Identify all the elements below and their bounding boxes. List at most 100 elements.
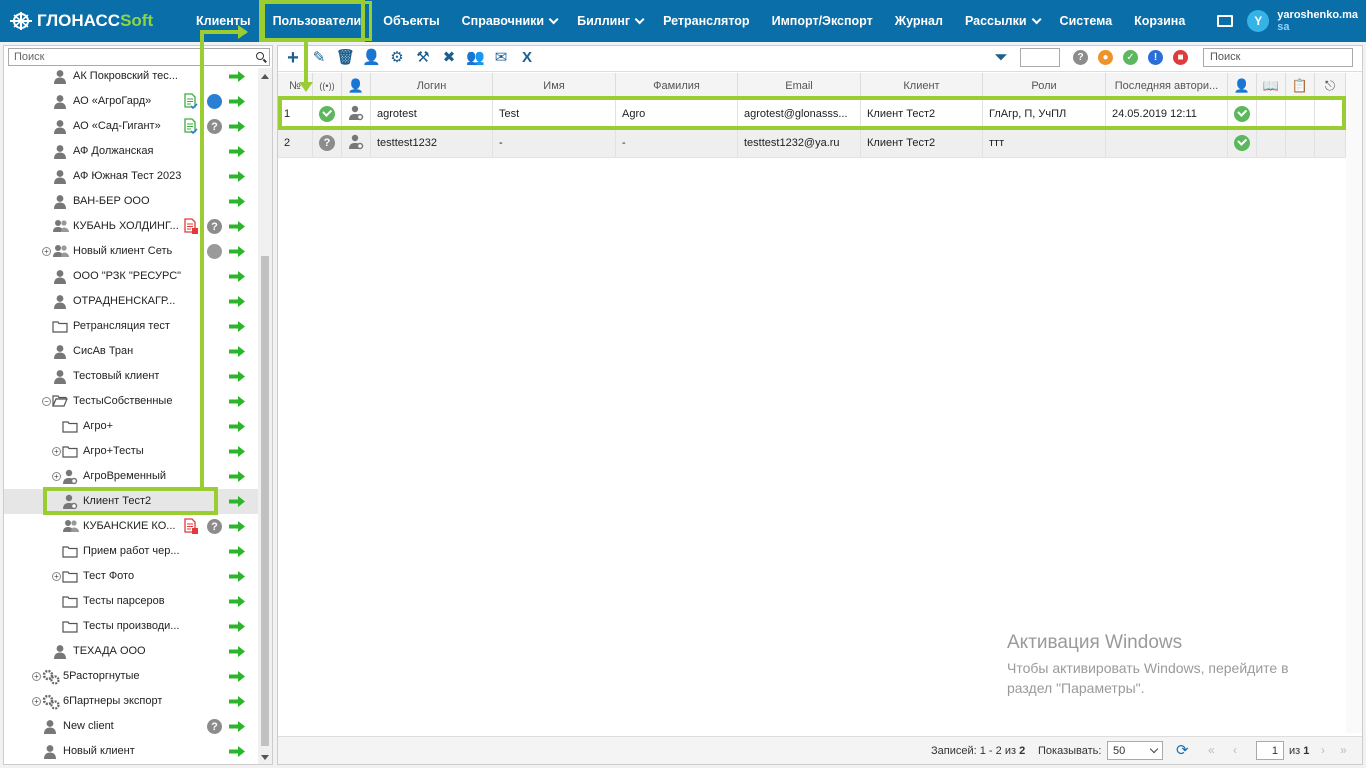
col-client-header[interactable]: Клиент xyxy=(861,73,983,99)
tree-item[interactable]: АФ Южная Тест 2023 xyxy=(4,164,258,189)
nav-item-10[interactable]: Корзина xyxy=(1123,0,1196,42)
tree-search-input[interactable]: Поиск xyxy=(8,48,270,66)
go-to-arrow-icon[interactable] xyxy=(229,71,245,82)
go-to-arrow-icon[interactable] xyxy=(229,571,245,582)
expand-icon[interactable]: + xyxy=(42,247,51,256)
go-to-arrow-icon[interactable] xyxy=(229,196,245,207)
tree-item[interactable]: Тесты производи... xyxy=(4,614,258,639)
collapse-icon[interactable]: − xyxy=(42,397,51,406)
page-size-select[interactable]: 50 xyxy=(1107,741,1163,760)
document-ok-icon[interactable] xyxy=(184,93,198,110)
tree-item[interactable]: АК Покровский тес... xyxy=(4,68,258,89)
tree-item[interactable]: АФ Должанская xyxy=(4,139,258,164)
nav-item-7[interactable]: Журнал xyxy=(884,0,954,42)
tree-item[interactable]: Тесты парсеров xyxy=(4,589,258,614)
warning-status-icon[interactable]: ! xyxy=(1148,50,1163,65)
scroll-down-icon[interactable] xyxy=(261,755,269,760)
tree-item[interactable]: +6Партнеры экспорт xyxy=(4,689,258,714)
scroll-up-icon[interactable] xyxy=(261,74,269,79)
first-page-icon[interactable]: « xyxy=(1208,743,1215,757)
col-user-type-header[interactable]: 👤 xyxy=(342,73,371,99)
tree-item[interactable]: СисАв Тран xyxy=(4,339,258,364)
search-icon[interactable] xyxy=(256,52,264,60)
filter-icon[interactable]: ⏷ xyxy=(988,49,1014,67)
lock-icon[interactable] xyxy=(207,244,222,259)
go-to-arrow-icon[interactable] xyxy=(229,621,245,632)
tree-item[interactable]: − ТестыСобственные xyxy=(4,389,258,414)
col-login-header[interactable]: Логин xyxy=(371,73,493,99)
tree-item[interactable]: АО «Сад-Гигант»? xyxy=(4,114,258,139)
expand-icon[interactable]: + xyxy=(32,697,41,706)
go-to-arrow-icon[interactable] xyxy=(229,96,245,107)
tree-item[interactable]: Тестовый клиент xyxy=(4,364,258,389)
go-to-arrow-icon[interactable] xyxy=(229,696,245,707)
col-last-auth-header[interactable]: Последняя автори... xyxy=(1106,73,1228,99)
col-last-name-header[interactable]: Фамилия xyxy=(616,73,738,99)
brand-logo[interactable]: ГЛОНАСС Soft xyxy=(0,11,185,31)
col-roles-header[interactable]: Роли xyxy=(983,73,1106,99)
tree-item[interactable]: New client? xyxy=(4,714,258,739)
refresh-icon[interactable]: ⟳ xyxy=(1176,741,1189,759)
go-to-arrow-icon[interactable] xyxy=(229,446,245,457)
nav-item-2[interactable]: Объекты xyxy=(372,0,450,42)
go-to-arrow-icon[interactable] xyxy=(229,246,245,257)
expand-icon[interactable]: + xyxy=(52,572,61,581)
edit-icon[interactable]: ✎ xyxy=(310,49,328,67)
nav-item-8[interactable]: Рассылки xyxy=(954,0,1049,42)
document-locked-icon[interactable] xyxy=(184,218,198,235)
document-locked-icon[interactable] xyxy=(184,518,198,535)
go-to-arrow-icon[interactable] xyxy=(229,221,245,232)
mail-icon[interactable] xyxy=(1217,15,1234,27)
unknown-status-icon[interactable]: ? xyxy=(207,519,222,534)
unknown-status-icon[interactable]: ? xyxy=(1073,50,1088,65)
vehicle-delete-icon[interactable]: ✖ xyxy=(440,49,458,67)
go-to-arrow-icon[interactable] xyxy=(229,396,245,407)
tree-item[interactable]: Прием работ чер... xyxy=(4,539,258,564)
go-to-arrow-icon[interactable] xyxy=(229,271,245,282)
locked-status-icon[interactable]: ■ xyxy=(1173,50,1188,65)
col-status-header[interactable]: ((•)) xyxy=(313,73,342,99)
expand-icon[interactable]: + xyxy=(32,672,41,681)
page-number-input[interactable]: 1 xyxy=(1256,741,1284,760)
tree-item[interactable]: +5Расторгнутые xyxy=(4,664,258,689)
user-info[interactable]: yaroshenko.ma sa xyxy=(1277,9,1358,33)
go-to-arrow-icon[interactable] xyxy=(229,496,245,507)
go-to-arrow-icon[interactable] xyxy=(229,546,245,557)
nav-item-3[interactable]: Справочники xyxy=(451,0,566,42)
go-to-arrow-icon[interactable] xyxy=(229,671,245,682)
tree-item[interactable]: КУБАНЬ ХОЛДИНГ...? xyxy=(4,214,258,239)
delete-icon[interactable]: 🗑 xyxy=(336,49,355,67)
mail-icon[interactable]: ✉ xyxy=(492,49,510,67)
col-clipboard-header[interactable]: 📋 xyxy=(1286,73,1315,99)
next-page-icon[interactable]: › xyxy=(1321,743,1325,757)
last-page-icon[interactable]: » xyxy=(1340,743,1347,757)
go-to-arrow-icon[interactable] xyxy=(229,471,245,482)
nav-item-4[interactable]: Биллинг xyxy=(566,0,652,42)
go-to-arrow-icon[interactable] xyxy=(229,296,245,307)
go-to-arrow-icon[interactable] xyxy=(229,596,245,607)
user-settings-icon[interactable]: 👤 xyxy=(362,49,381,67)
col-logout-header[interactable]: ⎋ xyxy=(1315,73,1346,99)
go-to-arrow-icon[interactable] xyxy=(229,746,245,757)
unknown-status-icon[interactable]: ? xyxy=(207,719,222,734)
nav-item-9[interactable]: Система xyxy=(1049,0,1124,42)
tree-item[interactable]: + Агро+Тесты xyxy=(4,439,258,464)
tree-item[interactable]: Агро+ xyxy=(4,414,258,439)
nav-item-0[interactable]: Клиенты xyxy=(185,0,262,42)
nav-item-1[interactable]: Пользователи xyxy=(261,1,373,41)
go-to-arrow-icon[interactable] xyxy=(229,321,245,332)
unknown-status-icon[interactable]: ? xyxy=(207,119,222,134)
ok-status-icon[interactable]: ✓ xyxy=(1123,50,1138,65)
tree-item[interactable]: ОТРАДНЕНСКАГР... xyxy=(4,289,258,314)
go-to-arrow-icon[interactable] xyxy=(229,646,245,657)
col-active-header[interactable]: 👤 xyxy=(1228,73,1257,99)
avatar[interactable]: Y xyxy=(1247,10,1270,32)
filter-input[interactable] xyxy=(1020,48,1060,67)
go-to-arrow-icon[interactable] xyxy=(229,146,245,157)
users-search-input[interactable]: Поиск xyxy=(1203,48,1353,67)
col-first-name-header[interactable]: Имя xyxy=(493,73,616,99)
tree-item[interactable]: АО «АгроГард» xyxy=(4,89,258,114)
go-to-arrow-icon[interactable] xyxy=(229,171,245,182)
tree-item[interactable]: + Тест Фото xyxy=(4,564,258,589)
nav-item-5[interactable]: Ретранслятор xyxy=(652,0,761,42)
